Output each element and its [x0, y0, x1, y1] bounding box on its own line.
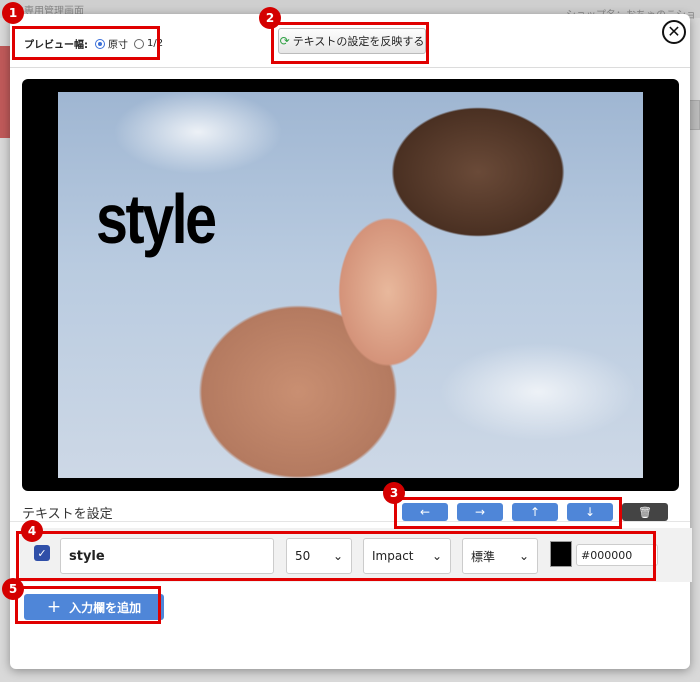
annotation-box-1	[12, 26, 160, 60]
trash-icon: 🗑	[638, 505, 652, 519]
annotation-badge-4: 4	[21, 520, 43, 542]
preview-photo: style	[58, 92, 643, 478]
background-accent-bar	[0, 46, 10, 138]
annotation-box-4	[16, 531, 656, 581]
annotation-badge-5: 5	[2, 578, 24, 600]
text-settings-heading: テキストを設定	[22, 507, 113, 522]
annotation-box-2	[271, 22, 429, 64]
annotation-badge-1: 1	[2, 2, 24, 24]
delete-text-button[interactable]: 🗑	[622, 503, 668, 521]
annotation-badge-2: 2	[259, 7, 281, 29]
preview-stage: style	[22, 79, 679, 491]
annotation-badge-3: 3	[383, 482, 405, 504]
close-icon[interactable]: ✕	[662, 20, 686, 44]
annotation-box-3	[394, 497, 622, 529]
annotation-box-5	[15, 586, 161, 624]
preview-overlay-text[interactable]: style	[96, 184, 217, 254]
